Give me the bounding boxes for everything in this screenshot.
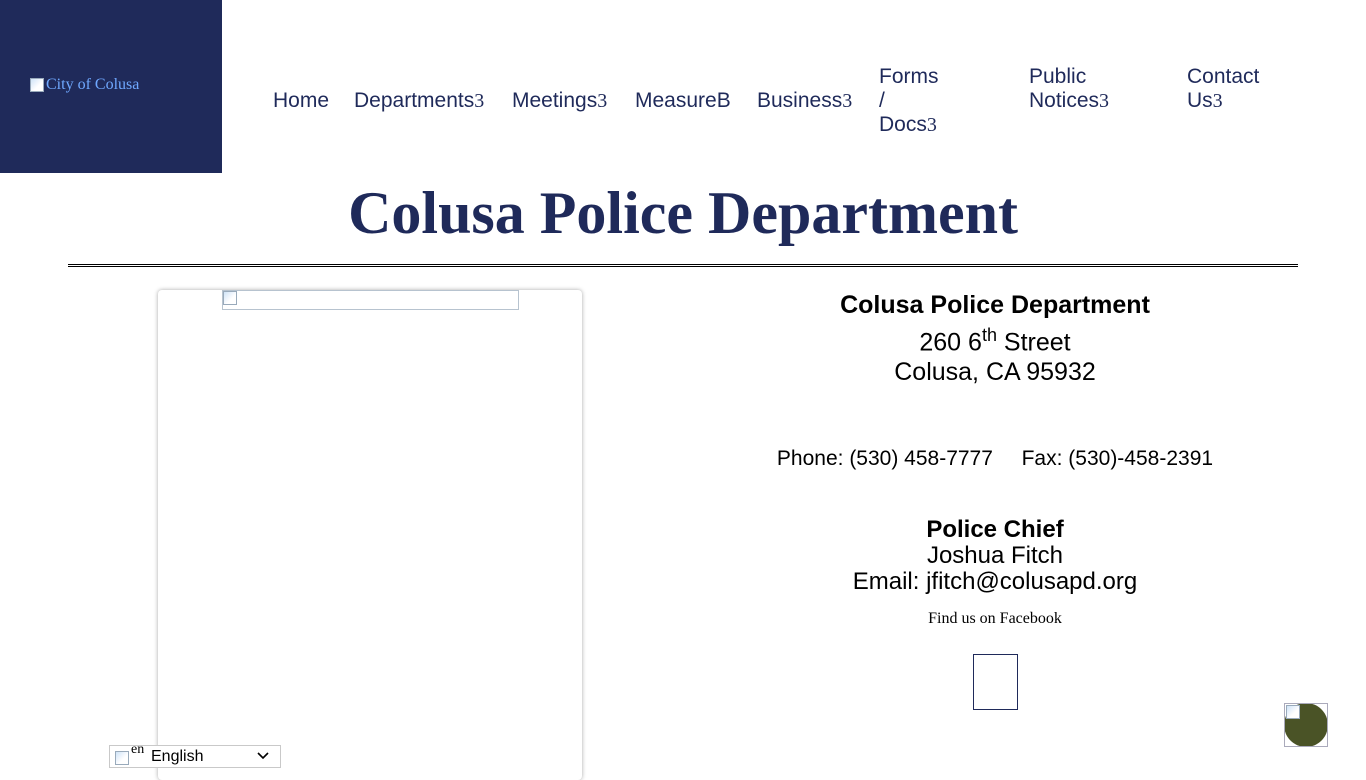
nav-label-line2: Docs xyxy=(879,113,927,136)
dropdown-caret-icon: 3 xyxy=(474,90,485,112)
facebook-text: Find us on Facebook xyxy=(928,610,1062,627)
address-block: Colusa Police Department 260 6th Street … xyxy=(740,290,1250,387)
title-divider xyxy=(68,264,1298,267)
department-image xyxy=(222,290,519,310)
phone-fax-line: Phone: (530) 458-7777 Fax: (530)-458-239… xyxy=(740,446,1250,472)
city-state-zip: Colusa, CA 95932 xyxy=(894,358,1096,387)
ordinal-suffix: th xyxy=(981,325,997,345)
chief-name: Joshua Fitch xyxy=(926,542,1064,569)
broken-image-icon xyxy=(223,291,237,305)
nav-meetings[interactable]: Meetings3 xyxy=(512,89,607,113)
fax-number: Fax: (530)-458-2391 xyxy=(1021,447,1214,470)
language-label: English xyxy=(151,747,204,765)
dropdown-caret-icon: 3 xyxy=(597,90,608,112)
street-number: 260 6 xyxy=(919,328,982,357)
dropdown-caret-icon: 3 xyxy=(926,114,937,136)
scroll-to-top-button[interactable] xyxy=(1284,703,1328,747)
dropdown-caret-icon: 3 xyxy=(1212,90,1223,112)
nav-forms-docs[interactable]: Forms / Docs3 xyxy=(879,65,939,137)
nav-home[interactable]: Home xyxy=(273,89,329,113)
chief-label: Police Chief xyxy=(926,516,1064,543)
nav-label: MeasureB xyxy=(635,89,731,112)
nav-label: Public xyxy=(1029,65,1087,88)
department-name: Colusa Police Department xyxy=(840,291,1150,319)
scroll-top-icon xyxy=(1286,705,1300,719)
facebook-icon[interactable] xyxy=(973,654,1018,710)
flag-alt-text: en xyxy=(131,741,145,757)
nav-label: Contact xyxy=(1187,65,1260,88)
nav-label: Departments xyxy=(354,89,475,112)
street-address: 260 6th Street xyxy=(740,320,1250,357)
nav-label-line2: Notices xyxy=(1029,89,1100,112)
nav-public-notices[interactable]: Public Notices3 xyxy=(1029,65,1109,113)
nav-contact-us[interactable]: Contact Us3 xyxy=(1187,65,1259,113)
broken-image-icon xyxy=(115,750,129,765)
image-card xyxy=(158,290,582,780)
site-logo[interactable]: City of Colusa xyxy=(30,76,139,94)
chevron-down-icon xyxy=(257,752,269,760)
nav-measureb[interactable]: MeasureB xyxy=(635,89,731,113)
dropdown-caret-icon: 3 xyxy=(842,90,853,112)
nav-label: Meetings xyxy=(512,89,598,112)
chief-block: Police Chief Joshua Fitch Email: jfitch@… xyxy=(740,517,1250,595)
nav-label: Business xyxy=(757,89,843,112)
nav-label: Home xyxy=(273,89,330,112)
logo-alt-text: City of Colusa xyxy=(46,76,140,93)
nav-departments[interactable]: Departments3 xyxy=(354,89,484,113)
nav-label: Forms / xyxy=(879,65,939,112)
chief-email[interactable]: Email: jfitch@colusapd.org xyxy=(740,569,1250,595)
phone-number[interactable]: Phone: (530) 458-7777 xyxy=(777,447,993,470)
page-title: Colusa Police Department xyxy=(348,180,1018,246)
broken-image-icon xyxy=(30,78,44,92)
language-flag-icon: en xyxy=(115,742,153,767)
street-name: Street xyxy=(996,328,1071,357)
nav-business[interactable]: Business3 xyxy=(757,89,852,113)
dropdown-caret-icon: 3 xyxy=(1099,90,1110,112)
site-logo-box[interactable]: City of Colusa xyxy=(0,0,222,173)
nav-label-line2: Us xyxy=(1187,89,1213,112)
language-selector[interactable]: en English xyxy=(109,742,281,768)
